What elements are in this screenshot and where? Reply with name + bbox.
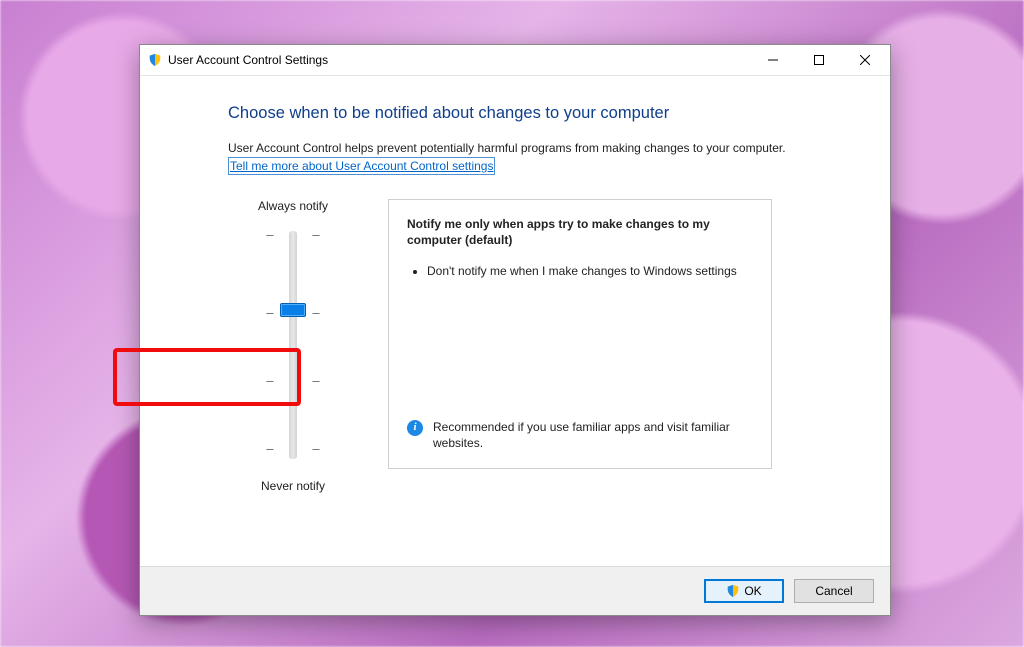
- window-titlebar[interactable]: User Account Control Settings: [140, 45, 890, 76]
- cancel-label: Cancel: [815, 584, 852, 598]
- uac-settings-window: User Account Control Settings Choose whe…: [139, 44, 891, 616]
- slider-tick: ––: [263, 373, 323, 388]
- ok-label: OK: [744, 584, 761, 598]
- window-title: User Account Control Settings: [168, 53, 328, 67]
- level-bullets: Don't notify me when I make changes to W…: [413, 263, 753, 284]
- slider-tick: ––: [263, 441, 323, 456]
- intro-text: User Account Control helps prevent poten…: [228, 141, 830, 155]
- window-buttonbar: OK Cancel: [140, 566, 890, 615]
- slider-thumb[interactable]: [280, 303, 306, 317]
- level-description-panel: Notify me only when apps try to make cha…: [388, 199, 772, 469]
- ok-button[interactable]: OK: [704, 579, 784, 603]
- shield-icon: [726, 584, 740, 598]
- window-content: Choose when to be notified about changes…: [140, 76, 890, 566]
- recommendation-text: Recommended if you use familiar apps and…: [433, 419, 753, 453]
- cancel-button[interactable]: Cancel: [794, 579, 874, 603]
- slider-track[interactable]: –– –– –– ––: [263, 225, 323, 465]
- shield-icon: [148, 53, 162, 67]
- learn-more-link[interactable]: Tell me more about User Account Control …: [228, 157, 495, 175]
- info-icon: i: [407, 420, 423, 436]
- slider-label-top: Always notify: [258, 199, 328, 213]
- level-recommendation: i Recommended if you use familiar apps a…: [407, 419, 753, 453]
- slider-tick: ––: [263, 227, 323, 242]
- notification-slider: Always notify –– –– –– –– Never notify: [228, 199, 358, 493]
- level-bullet: Don't notify me when I make changes to W…: [427, 263, 753, 280]
- maximize-button[interactable]: [796, 45, 842, 75]
- level-title: Notify me only when apps try to make cha…: [407, 216, 753, 248]
- minimize-button[interactable]: [750, 45, 796, 75]
- slider-label-bottom: Never notify: [261, 479, 325, 493]
- page-heading: Choose when to be notified about changes…: [228, 104, 830, 123]
- close-button[interactable]: [842, 45, 888, 75]
